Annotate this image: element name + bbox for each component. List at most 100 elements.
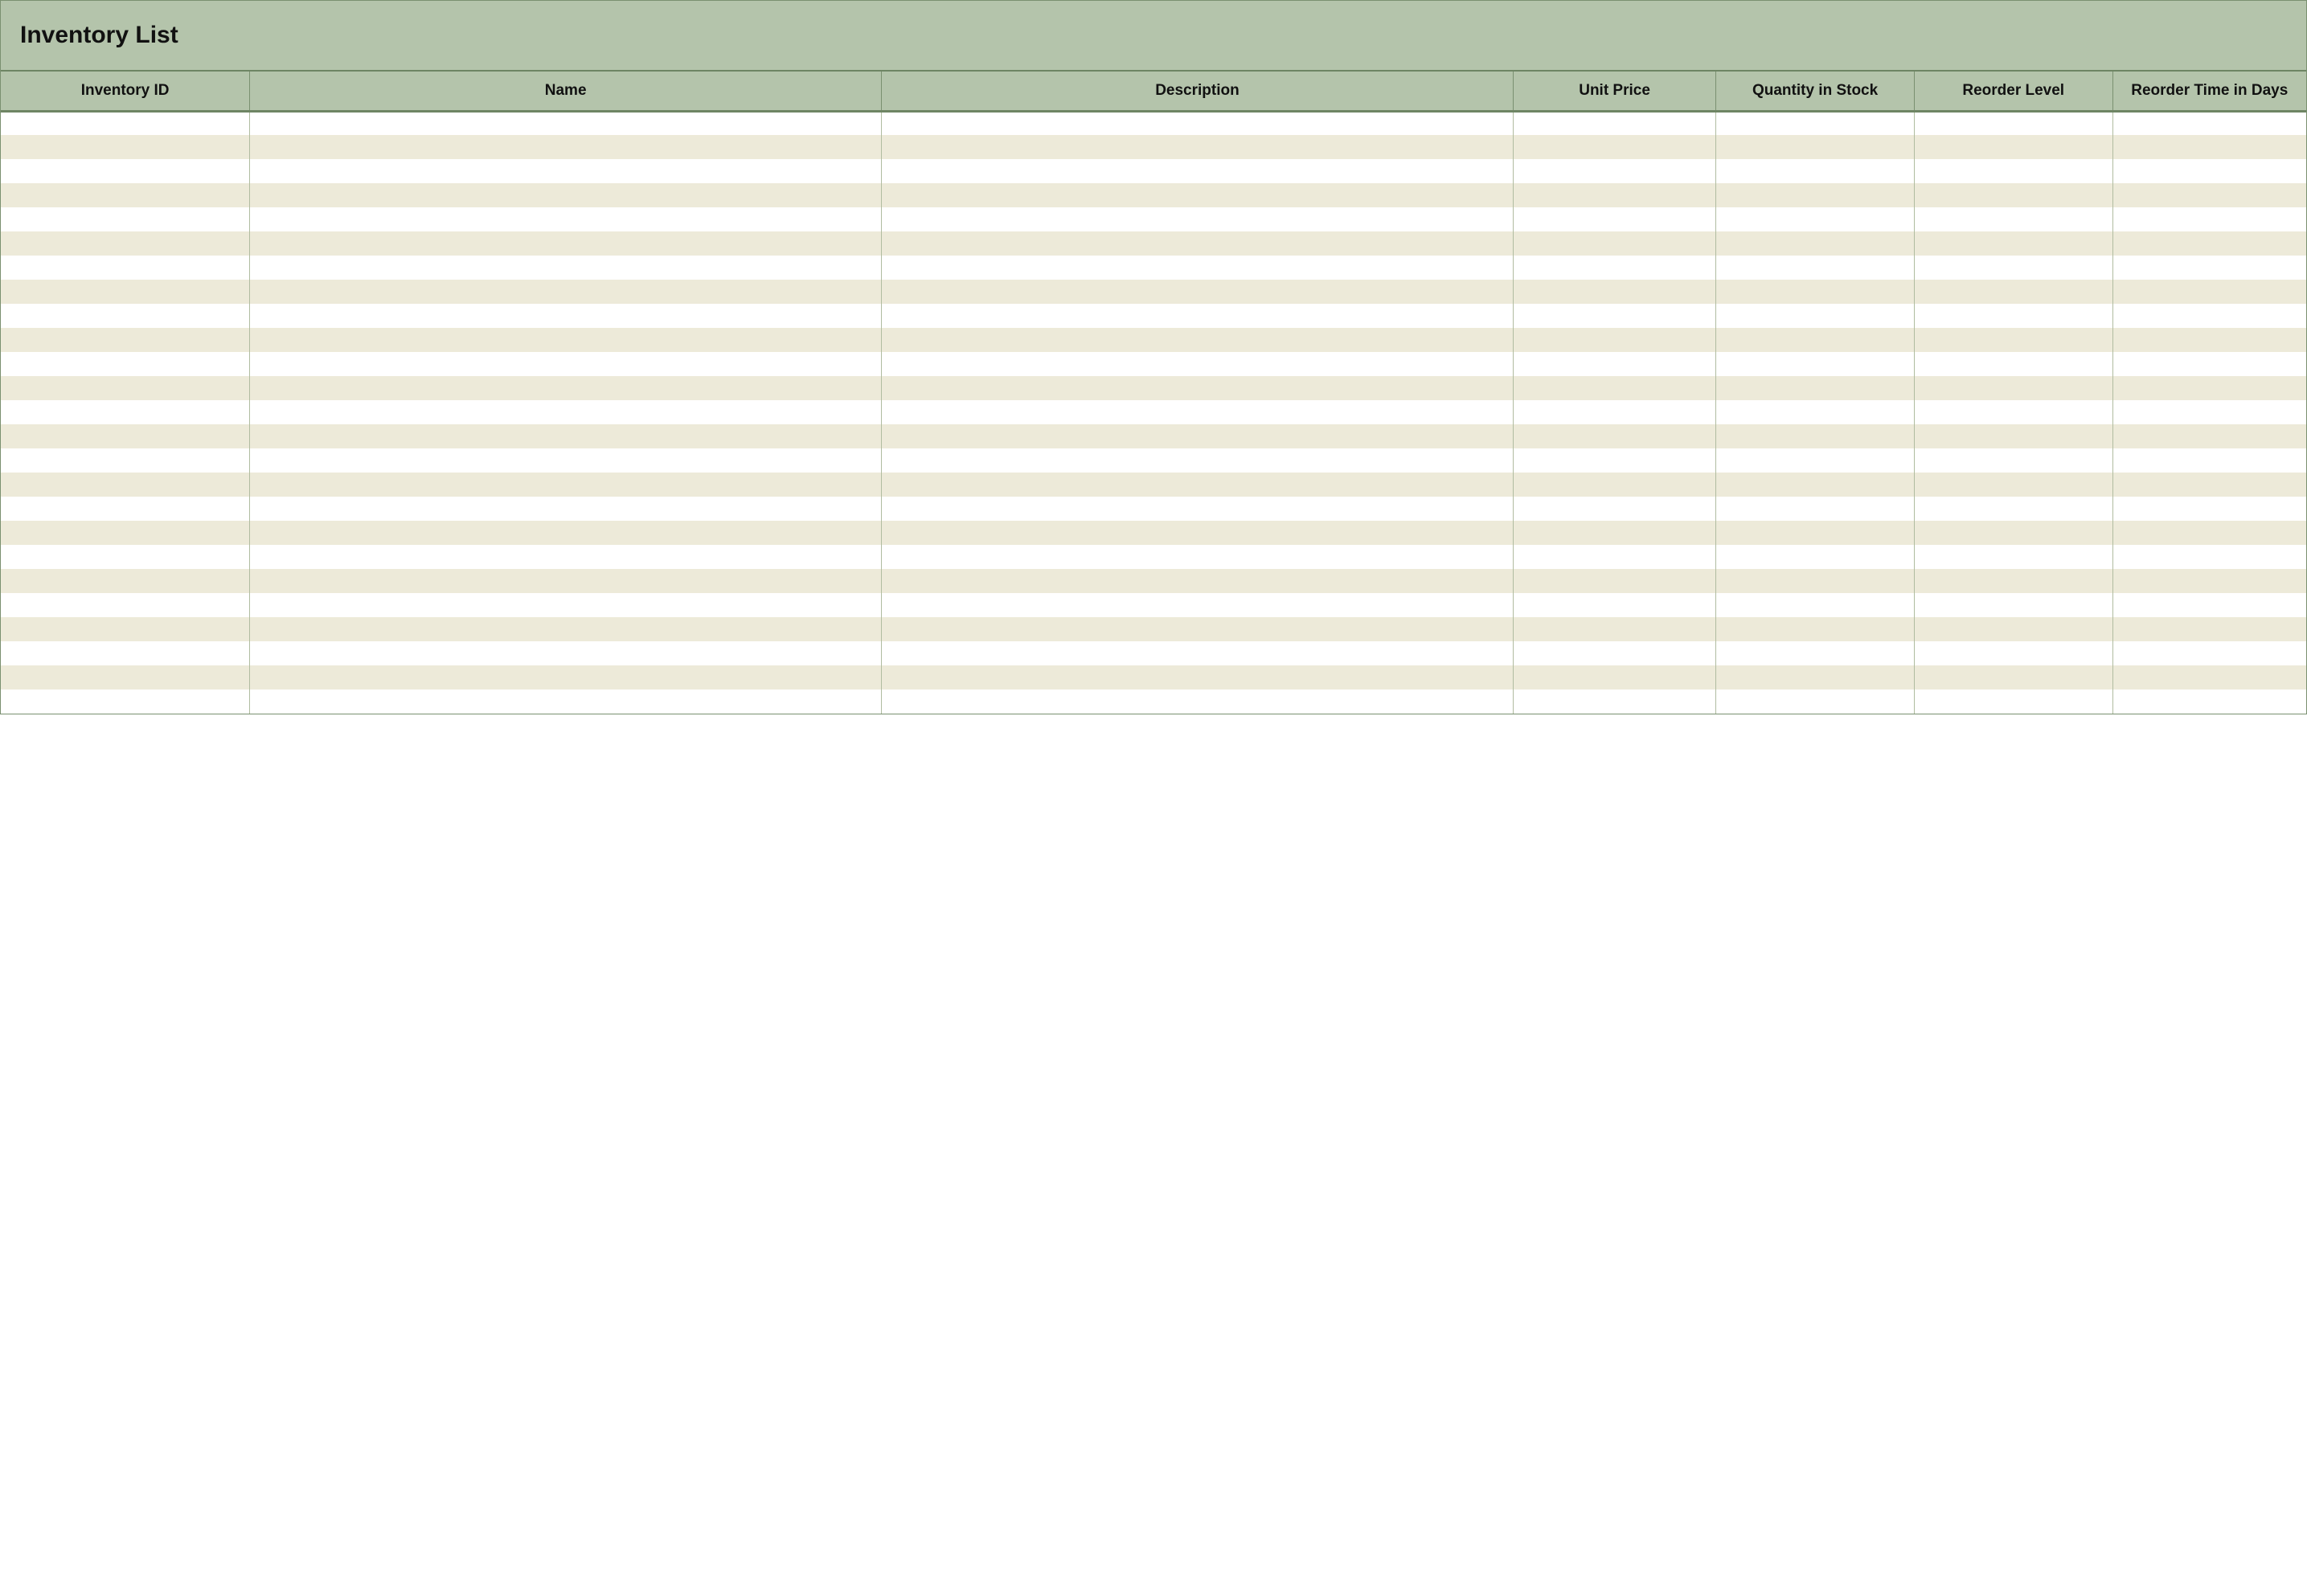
table-cell[interactable] — [250, 231, 882, 256]
table-cell[interactable] — [1513, 617, 1715, 641]
table-cell[interactable] — [2112, 376, 2306, 400]
table-cell[interactable] — [1914, 376, 2112, 400]
table-cell[interactable] — [1716, 352, 1915, 376]
table-cell[interactable] — [2112, 545, 2306, 569]
table-cell[interactable] — [1716, 473, 1915, 497]
table-cell[interactable] — [250, 690, 882, 714]
table-cell[interactable] — [1914, 159, 2112, 183]
table-cell[interactable] — [1, 497, 250, 521]
table-cell[interactable] — [1513, 424, 1715, 448]
table-cell[interactable] — [882, 159, 1514, 183]
table-cell[interactable] — [1914, 521, 2112, 545]
table-cell[interactable] — [882, 641, 1514, 665]
table-cell[interactable] — [250, 256, 882, 280]
table-cell[interactable] — [1716, 521, 1915, 545]
table-cell[interactable] — [1914, 183, 2112, 207]
table-cell[interactable] — [1513, 280, 1715, 304]
table-cell[interactable] — [1914, 665, 2112, 690]
table-cell[interactable] — [1914, 641, 2112, 665]
table-cell[interactable] — [1716, 641, 1915, 665]
table-cell[interactable] — [1513, 641, 1715, 665]
table-cell[interactable] — [1716, 497, 1915, 521]
table-cell[interactable] — [250, 328, 882, 352]
table-cell[interactable] — [1, 280, 250, 304]
table-cell[interactable] — [1513, 111, 1715, 135]
table-cell[interactable] — [1513, 569, 1715, 593]
table-cell[interactable] — [250, 135, 882, 159]
table-cell[interactable] — [1716, 448, 1915, 473]
table-cell[interactable] — [250, 352, 882, 376]
table-cell[interactable] — [882, 593, 1514, 617]
table-cell[interactable] — [1716, 376, 1915, 400]
table-cell[interactable] — [882, 690, 1514, 714]
col-header-quantity-in-stock[interactable]: Quantity in Stock — [1716, 72, 1915, 111]
table-cell[interactable] — [1513, 690, 1715, 714]
table-cell[interactable] — [250, 497, 882, 521]
table-cell[interactable] — [1914, 231, 2112, 256]
table-cell[interactable] — [2112, 135, 2306, 159]
table-cell[interactable] — [250, 400, 882, 424]
col-header-reorder-level[interactable]: Reorder Level — [1914, 72, 2112, 111]
table-cell[interactable] — [1513, 231, 1715, 256]
table-cell[interactable] — [250, 665, 882, 690]
table-cell[interactable] — [1, 376, 250, 400]
table-cell[interactable] — [1513, 159, 1715, 183]
table-cell[interactable] — [250, 304, 882, 328]
table-cell[interactable] — [882, 569, 1514, 593]
table-cell[interactable] — [2112, 473, 2306, 497]
table-cell[interactable] — [882, 376, 1514, 400]
table-cell[interactable] — [2112, 328, 2306, 352]
table-cell[interactable] — [1716, 617, 1915, 641]
table-cell[interactable] — [1, 159, 250, 183]
table-cell[interactable] — [2112, 280, 2306, 304]
table-cell[interactable] — [2112, 159, 2306, 183]
table-cell[interactable] — [250, 376, 882, 400]
table-cell[interactable] — [1513, 497, 1715, 521]
table-cell[interactable] — [882, 328, 1514, 352]
table-cell[interactable] — [1513, 256, 1715, 280]
table-cell[interactable] — [1914, 569, 2112, 593]
table-cell[interactable] — [2112, 424, 2306, 448]
table-cell[interactable] — [1914, 545, 2112, 569]
table-cell[interactable] — [1, 665, 250, 690]
table-cell[interactable] — [1, 569, 250, 593]
table-cell[interactable] — [1, 593, 250, 617]
table-cell[interactable] — [1914, 690, 2112, 714]
table-cell[interactable] — [2112, 593, 2306, 617]
table-cell[interactable] — [1716, 665, 1915, 690]
table-cell[interactable] — [250, 448, 882, 473]
table-cell[interactable] — [2112, 665, 2306, 690]
table-cell[interactable] — [2112, 304, 2306, 328]
table-cell[interactable] — [2112, 641, 2306, 665]
table-cell[interactable] — [1513, 521, 1715, 545]
table-cell[interactable] — [882, 135, 1514, 159]
table-cell[interactable] — [2112, 183, 2306, 207]
table-cell[interactable] — [882, 617, 1514, 641]
table-cell[interactable] — [1914, 617, 2112, 641]
table-cell[interactable] — [1914, 111, 2112, 135]
table-cell[interactable] — [1716, 593, 1915, 617]
table-cell[interactable] — [882, 665, 1514, 690]
table-cell[interactable] — [1914, 400, 2112, 424]
table-cell[interactable] — [1, 328, 250, 352]
table-cell[interactable] — [1513, 376, 1715, 400]
table-cell[interactable] — [2112, 207, 2306, 231]
table-cell[interactable] — [1, 400, 250, 424]
table-cell[interactable] — [2112, 231, 2306, 256]
table-cell[interactable] — [1, 231, 250, 256]
table-cell[interactable] — [1513, 352, 1715, 376]
table-cell[interactable] — [1, 473, 250, 497]
table-cell[interactable] — [1716, 111, 1915, 135]
table-cell[interactable] — [250, 207, 882, 231]
table-cell[interactable] — [250, 111, 882, 135]
col-header-reorder-time-in-days[interactable]: Reorder Time in Days — [2112, 72, 2306, 111]
col-header-name[interactable]: Name — [250, 72, 882, 111]
table-cell[interactable] — [1, 111, 250, 135]
table-cell[interactable] — [2112, 400, 2306, 424]
table-cell[interactable] — [2112, 521, 2306, 545]
col-header-inventory-id[interactable]: Inventory ID — [1, 72, 250, 111]
table-cell[interactable] — [1716, 569, 1915, 593]
table-cell[interactable] — [882, 473, 1514, 497]
table-cell[interactable] — [1513, 207, 1715, 231]
table-cell[interactable] — [1, 207, 250, 231]
